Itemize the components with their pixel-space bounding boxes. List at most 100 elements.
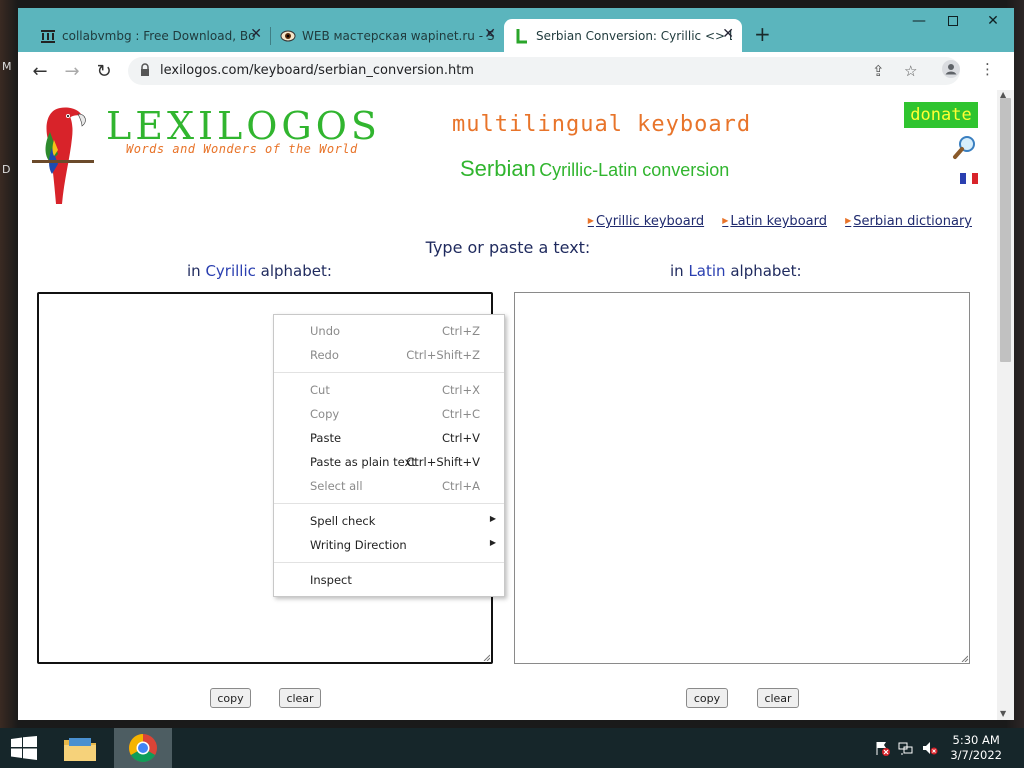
- heading-suffix: alphabet:: [255, 262, 332, 280]
- heading-prefix: in: [670, 262, 689, 280]
- close-window-button[interactable]: ✕: [978, 10, 1008, 32]
- menu-item-shortcut: Ctrl+X: [442, 383, 480, 397]
- context-menu: Undo Ctrl+Z Redo Ctrl+Shift+Z Cut Ctrl+X Co…: [273, 314, 505, 597]
- link-cyrillic-keyboard[interactable]: ▶ Cyrillic keyboard: [588, 214, 704, 229]
- parrot-logo-icon: [30, 100, 96, 211]
- url-text: lexilogos.com/keyboard/serbian_conversio…: [160, 63, 474, 78]
- menu-item-shortcut: Ctrl+A: [442, 479, 480, 493]
- page-viewport: LEXILOGOS Words and Wonders of the World…: [18, 90, 1014, 720]
- library-icon: [40, 28, 56, 44]
- folder-icon: [64, 738, 96, 761]
- menu-item-select-all[interactable]: Select all Ctrl+A: [274, 474, 504, 498]
- tab-serbian-conversion[interactable]: Serbian Conversion: Cyrillic <> L ✕: [504, 19, 742, 52]
- menu-item-label: Writing Direction: [310, 538, 407, 552]
- link-label: Latin keyboard: [730, 214, 827, 229]
- menu-separator: [274, 503, 504, 504]
- menu-item-label: Select all: [310, 479, 363, 493]
- menu-item-shortcut: Ctrl+Shift+V: [406, 455, 480, 469]
- maximize-button[interactable]: [938, 10, 968, 32]
- chrome-taskbar-button[interactable]: [114, 728, 172, 768]
- cyrillic-column-heading: in Cyrillic alphabet:: [187, 262, 332, 280]
- menu-item-inspect[interactable]: Inspect: [274, 568, 504, 592]
- menu-item-cut[interactable]: Cut Ctrl+X: [274, 378, 504, 402]
- page-scrollbar[interactable]: ▲ ▼: [997, 90, 1014, 720]
- lock-icon: [140, 63, 150, 77]
- menu-item-redo[interactable]: Redo Ctrl+Shift+Z: [274, 343, 504, 367]
- copy-cyrillic-button[interactable]: copy: [210, 688, 251, 708]
- new-tab-button[interactable]: +: [754, 22, 771, 46]
- menu-item-label: Spell check: [310, 514, 376, 528]
- forward-button[interactable]: →: [60, 60, 84, 82]
- tab-title: Serbian Conversion: Cyrillic <> L: [536, 28, 732, 43]
- triangle-bullet-icon: ▶: [722, 216, 729, 225]
- latin-textarea[interactable]: [514, 292, 970, 664]
- system-clock[interactable]: 5:30 AM 3/7/2022: [950, 733, 1002, 763]
- menu-item-spell-check[interactable]: Spell check ▶: [274, 509, 504, 533]
- menu-item-writing-direction[interactable]: Writing Direction ▶: [274, 533, 504, 557]
- triangle-bullet-icon: ▶: [587, 216, 594, 225]
- minimize-button[interactable]: —: [904, 10, 934, 32]
- tab-collabvmbg[interactable]: collabvmbg : Free Download, Bo ✕: [30, 19, 270, 52]
- menu-item-shortcut: Ctrl+Shift+Z: [406, 348, 480, 362]
- resize-grip-icon[interactable]: [482, 653, 490, 661]
- tab-title: collabvmbg : Free Download, Bo: [62, 28, 256, 43]
- subtitle-description: Cyrillic-Latin conversion: [539, 160, 730, 180]
- menu-item-label: Cut: [310, 383, 330, 397]
- eye-icon: [280, 28, 296, 44]
- subtitle-language: Serbian: [460, 156, 536, 181]
- taskbar: 5:30 AM 3/7/2022: [0, 728, 1024, 768]
- link-label: Serbian dictionary: [853, 214, 972, 229]
- menu-item-shortcut: Ctrl+Z: [442, 324, 480, 338]
- link-latin-keyboard[interactable]: ▶ Latin keyboard: [722, 214, 827, 229]
- back-button[interactable]: ←: [28, 60, 52, 82]
- bookmark-star-icon[interactable]: ☆: [904, 62, 917, 80]
- menu-item-shortcut: Ctrl+V: [442, 431, 480, 445]
- volume-muted-icon[interactable]: [922, 740, 938, 759]
- menu-item-label: Paste: [310, 431, 342, 445]
- close-tab-icon[interactable]: ✕: [722, 26, 734, 42]
- reload-button[interactable]: ↻: [92, 60, 116, 82]
- instruction-text: Type or paste a text:: [425, 238, 591, 257]
- clear-cyrillic-button[interactable]: clear: [279, 688, 321, 708]
- browser-window: collabvmbg : Free Download, Bo ✕ WEB мас…: [18, 8, 1014, 720]
- link-serbian-dictionary[interactable]: ▶ Serbian dictionary: [845, 214, 972, 229]
- clock-date: 3/7/2022: [950, 748, 1002, 762]
- menu-item-copy[interactable]: Copy Ctrl+C: [274, 402, 504, 426]
- donate-button[interactable]: donate: [904, 102, 978, 128]
- desktop-edge-label: M: [2, 60, 12, 73]
- french-flag-icon[interactable]: [960, 173, 978, 184]
- heading-highlight: Cyrillic: [205, 262, 256, 280]
- menu-item-label: Undo: [310, 324, 341, 338]
- search-icon[interactable]: [952, 134, 978, 160]
- submenu-arrow-icon: ▶: [489, 514, 496, 523]
- menu-item-undo[interactable]: Undo Ctrl+Z: [274, 319, 504, 343]
- menu-item-shortcut: Ctrl+C: [441, 407, 480, 421]
- start-button[interactable]: [6, 728, 42, 768]
- heading-suffix: alphabet:: [725, 262, 802, 280]
- menu-item-paste-plain[interactable]: Paste as plain text Ctrl+Shift+V: [274, 450, 504, 474]
- related-links: ▶ Cyrillic keyboard ▶ Latin keyboard ▶ Serb…: [574, 214, 972, 229]
- copy-latin-button[interactable]: copy: [686, 688, 728, 708]
- link-label: Cyrillic keyboard: [595, 214, 705, 229]
- triangle-bullet-icon: ▶: [845, 216, 852, 225]
- file-explorer-button[interactable]: [58, 728, 102, 768]
- clear-latin-button[interactable]: clear: [757, 688, 799, 708]
- heading-highlight: Latin: [688, 262, 726, 280]
- scrollbar-thumb[interactable]: [1000, 98, 1011, 362]
- menu-kebab-icon[interactable]: ⋮: [980, 60, 995, 78]
- chrome-icon: [129, 734, 157, 762]
- resize-grip-icon[interactable]: [960, 654, 968, 662]
- menu-item-paste[interactable]: Paste Ctrl+V: [274, 426, 504, 450]
- close-tab-icon[interactable]: ✕: [484, 26, 496, 42]
- scroll-down-arrow-icon[interactable]: ▼: [1000, 709, 1006, 718]
- menu-item-label: Inspect: [310, 573, 352, 587]
- tab-wapinet[interactable]: WEB мастерская wapinet.ru - So ✕: [270, 19, 504, 52]
- close-tab-icon[interactable]: ✕: [250, 26, 262, 42]
- share-icon[interactable]: ⇪: [872, 62, 885, 80]
- network-icon[interactable]: [898, 740, 914, 759]
- address-bar[interactable]: lexilogos.com/keyboard/serbian_conversio…: [128, 57, 960, 85]
- profile-avatar-icon[interactable]: [942, 60, 960, 82]
- lexilogos-l-icon: [514, 28, 530, 44]
- action-center-flag-icon[interactable]: [874, 740, 890, 759]
- tab-title: WEB мастерская wapinet.ru - So: [302, 28, 494, 43]
